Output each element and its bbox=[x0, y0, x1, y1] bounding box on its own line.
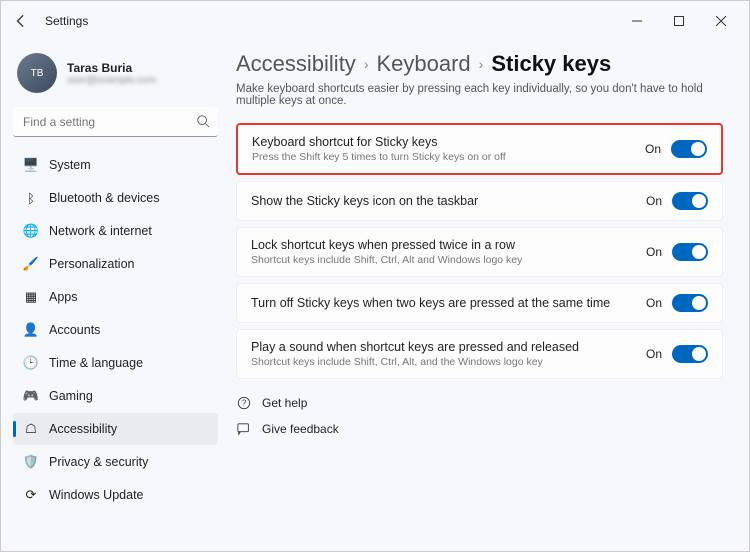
windows-update-icon: ⟳ bbox=[23, 487, 39, 503]
chevron-right-icon: › bbox=[479, 56, 484, 72]
gaming-icon: 🎮 bbox=[23, 388, 39, 404]
setting-row: Play a sound when shortcut keys are pres… bbox=[236, 329, 723, 379]
settings-window: Settings TB Taras Buria user@example.com bbox=[0, 0, 750, 552]
breadcrumb-accessibility[interactable]: Accessibility bbox=[236, 51, 356, 77]
give-feedback-link[interactable]: Give feedback bbox=[236, 421, 723, 437]
time-language-icon: 🕒 bbox=[23, 355, 39, 371]
sidebar-item-label: Windows Update bbox=[49, 488, 144, 502]
sidebar-item-system[interactable]: 🖥️ System bbox=[13, 149, 218, 181]
sidebar-item-accessibility[interactable]: ☖ Accessibility bbox=[13, 413, 218, 445]
setting-title: Turn off Sticky keys when two keys are p… bbox=[251, 296, 610, 310]
breadcrumb-keyboard[interactable]: Keyboard bbox=[376, 51, 470, 77]
toggle-state-label: On bbox=[646, 194, 662, 208]
accounts-icon: 👤 bbox=[23, 322, 39, 338]
svg-text:?: ? bbox=[242, 399, 247, 408]
toggle-switch[interactable] bbox=[671, 140, 707, 158]
sidebar-item-personalization[interactable]: 🖌️ Personalization bbox=[13, 248, 218, 280]
system-icon: 🖥️ bbox=[23, 157, 39, 173]
search-box bbox=[13, 107, 218, 137]
page-description: Make keyboard shortcuts easier by pressi… bbox=[236, 83, 723, 107]
personalization-icon: 🖌️ bbox=[23, 256, 39, 272]
chevron-right-icon: › bbox=[364, 56, 369, 72]
toggle-state-label: On bbox=[646, 245, 662, 259]
profile-email: user@example.com bbox=[67, 75, 156, 86]
search-icon bbox=[196, 114, 210, 133]
give-feedback-label: Give feedback bbox=[262, 422, 339, 436]
setting-title: Show the Sticky keys icon on the taskbar bbox=[251, 194, 478, 208]
window-body: TB Taras Buria user@example.com 🖥️ System… bbox=[1, 41, 749, 551]
sidebar-item-accounts[interactable]: 👤 Accounts bbox=[13, 314, 218, 346]
toggle-state-label: On bbox=[645, 142, 661, 156]
toggle-switch[interactable] bbox=[672, 345, 708, 363]
sidebar-item-privacy-security[interactable]: 🛡️ Privacy & security bbox=[13, 446, 218, 478]
setting-row: Show the Sticky keys icon on the taskbar… bbox=[236, 181, 723, 221]
setting-row: Keyboard shortcut for Sticky keys Press t… bbox=[236, 123, 723, 175]
feedback-icon bbox=[236, 421, 252, 437]
privacy-security-icon: 🛡️ bbox=[23, 454, 39, 470]
sidebar-item-label: System bbox=[49, 158, 91, 172]
back-button[interactable] bbox=[9, 9, 33, 33]
accessibility-icon: ☖ bbox=[23, 421, 39, 437]
toggle-state-label: On bbox=[646, 347, 662, 361]
sidebar-item-gaming[interactable]: 🎮 Gaming bbox=[13, 380, 218, 412]
sidebar-item-label: Accessibility bbox=[49, 422, 117, 436]
get-help-link[interactable]: ? Get help bbox=[236, 395, 723, 411]
sidebar-item-apps[interactable]: ▦ Apps bbox=[13, 281, 218, 313]
sidebar-item-label: Personalization bbox=[49, 257, 134, 271]
profile[interactable]: TB Taras Buria user@example.com bbox=[13, 47, 218, 107]
close-button[interactable] bbox=[701, 7, 741, 35]
arrow-left-icon bbox=[14, 14, 28, 28]
toggle-switch[interactable] bbox=[672, 243, 708, 261]
search-input[interactable] bbox=[13, 107, 218, 137]
toggle-switch[interactable] bbox=[672, 294, 708, 312]
bluetooth-devices-icon: ᛒ bbox=[23, 190, 39, 206]
setting-row: Lock shortcut keys when pressed twice in… bbox=[236, 227, 723, 277]
minimize-button[interactable] bbox=[617, 7, 657, 35]
close-icon bbox=[716, 16, 726, 26]
setting-row: Turn off Sticky keys when two keys are p… bbox=[236, 283, 723, 323]
sidebar-item-label: Privacy & security bbox=[49, 455, 148, 469]
sidebar-item-bluetooth-devices[interactable]: ᛒ Bluetooth & devices bbox=[13, 182, 218, 214]
setting-subtitle: Shortcut keys include Shift, Ctrl, Alt, … bbox=[251, 356, 579, 368]
setting-title: Keyboard shortcut for Sticky keys bbox=[252, 135, 506, 149]
network-internet-icon: 🌐 bbox=[23, 223, 39, 239]
apps-icon: ▦ bbox=[23, 289, 39, 305]
breadcrumb-current: Sticky keys bbox=[491, 51, 611, 77]
setting-title: Lock shortcut keys when pressed twice in… bbox=[251, 238, 522, 252]
sidebar-nav: 🖥️ System ᛒ Bluetooth & devices 🌐 Network & i… bbox=[13, 149, 218, 511]
setting-subtitle: Shortcut keys include Shift, Ctrl, Alt a… bbox=[251, 254, 522, 266]
titlebar: Settings bbox=[1, 1, 749, 41]
sidebar-item-label: Accounts bbox=[49, 323, 100, 337]
maximize-button[interactable] bbox=[659, 7, 699, 35]
maximize-icon bbox=[674, 16, 684, 26]
avatar: TB bbox=[17, 53, 57, 93]
help-icon: ? bbox=[236, 395, 252, 411]
sidebar-item-time-language[interactable]: 🕒 Time & language bbox=[13, 347, 218, 379]
setting-subtitle: Press the Shift key 5 times to turn Stic… bbox=[252, 151, 506, 163]
sidebar-item-label: Apps bbox=[49, 290, 78, 304]
window-title: Settings bbox=[45, 14, 88, 28]
settings-list: Keyboard shortcut for Sticky keys Press t… bbox=[236, 123, 723, 379]
help-links: ? Get help Give feedback bbox=[236, 395, 723, 437]
sidebar-item-label: Time & language bbox=[49, 356, 143, 370]
sidebar-item-label: Gaming bbox=[49, 389, 93, 403]
sidebar-item-label: Network & internet bbox=[49, 224, 152, 238]
minimize-icon bbox=[632, 16, 642, 26]
window-controls bbox=[617, 7, 741, 35]
sidebar-item-network-internet[interactable]: 🌐 Network & internet bbox=[13, 215, 218, 247]
setting-title: Play a sound when shortcut keys are pres… bbox=[251, 340, 579, 354]
sidebar-item-windows-update[interactable]: ⟳ Windows Update bbox=[13, 479, 218, 511]
profile-name: Taras Buria bbox=[67, 61, 156, 75]
main-content: Accessibility › Keyboard › Sticky keys M… bbox=[226, 41, 749, 551]
toggle-state-label: On bbox=[646, 296, 662, 310]
sidebar: TB Taras Buria user@example.com 🖥️ System… bbox=[1, 41, 226, 551]
toggle-switch[interactable] bbox=[672, 192, 708, 210]
breadcrumb: Accessibility › Keyboard › Sticky keys bbox=[236, 51, 723, 77]
get-help-label: Get help bbox=[262, 396, 307, 410]
sidebar-item-label: Bluetooth & devices bbox=[49, 191, 160, 205]
